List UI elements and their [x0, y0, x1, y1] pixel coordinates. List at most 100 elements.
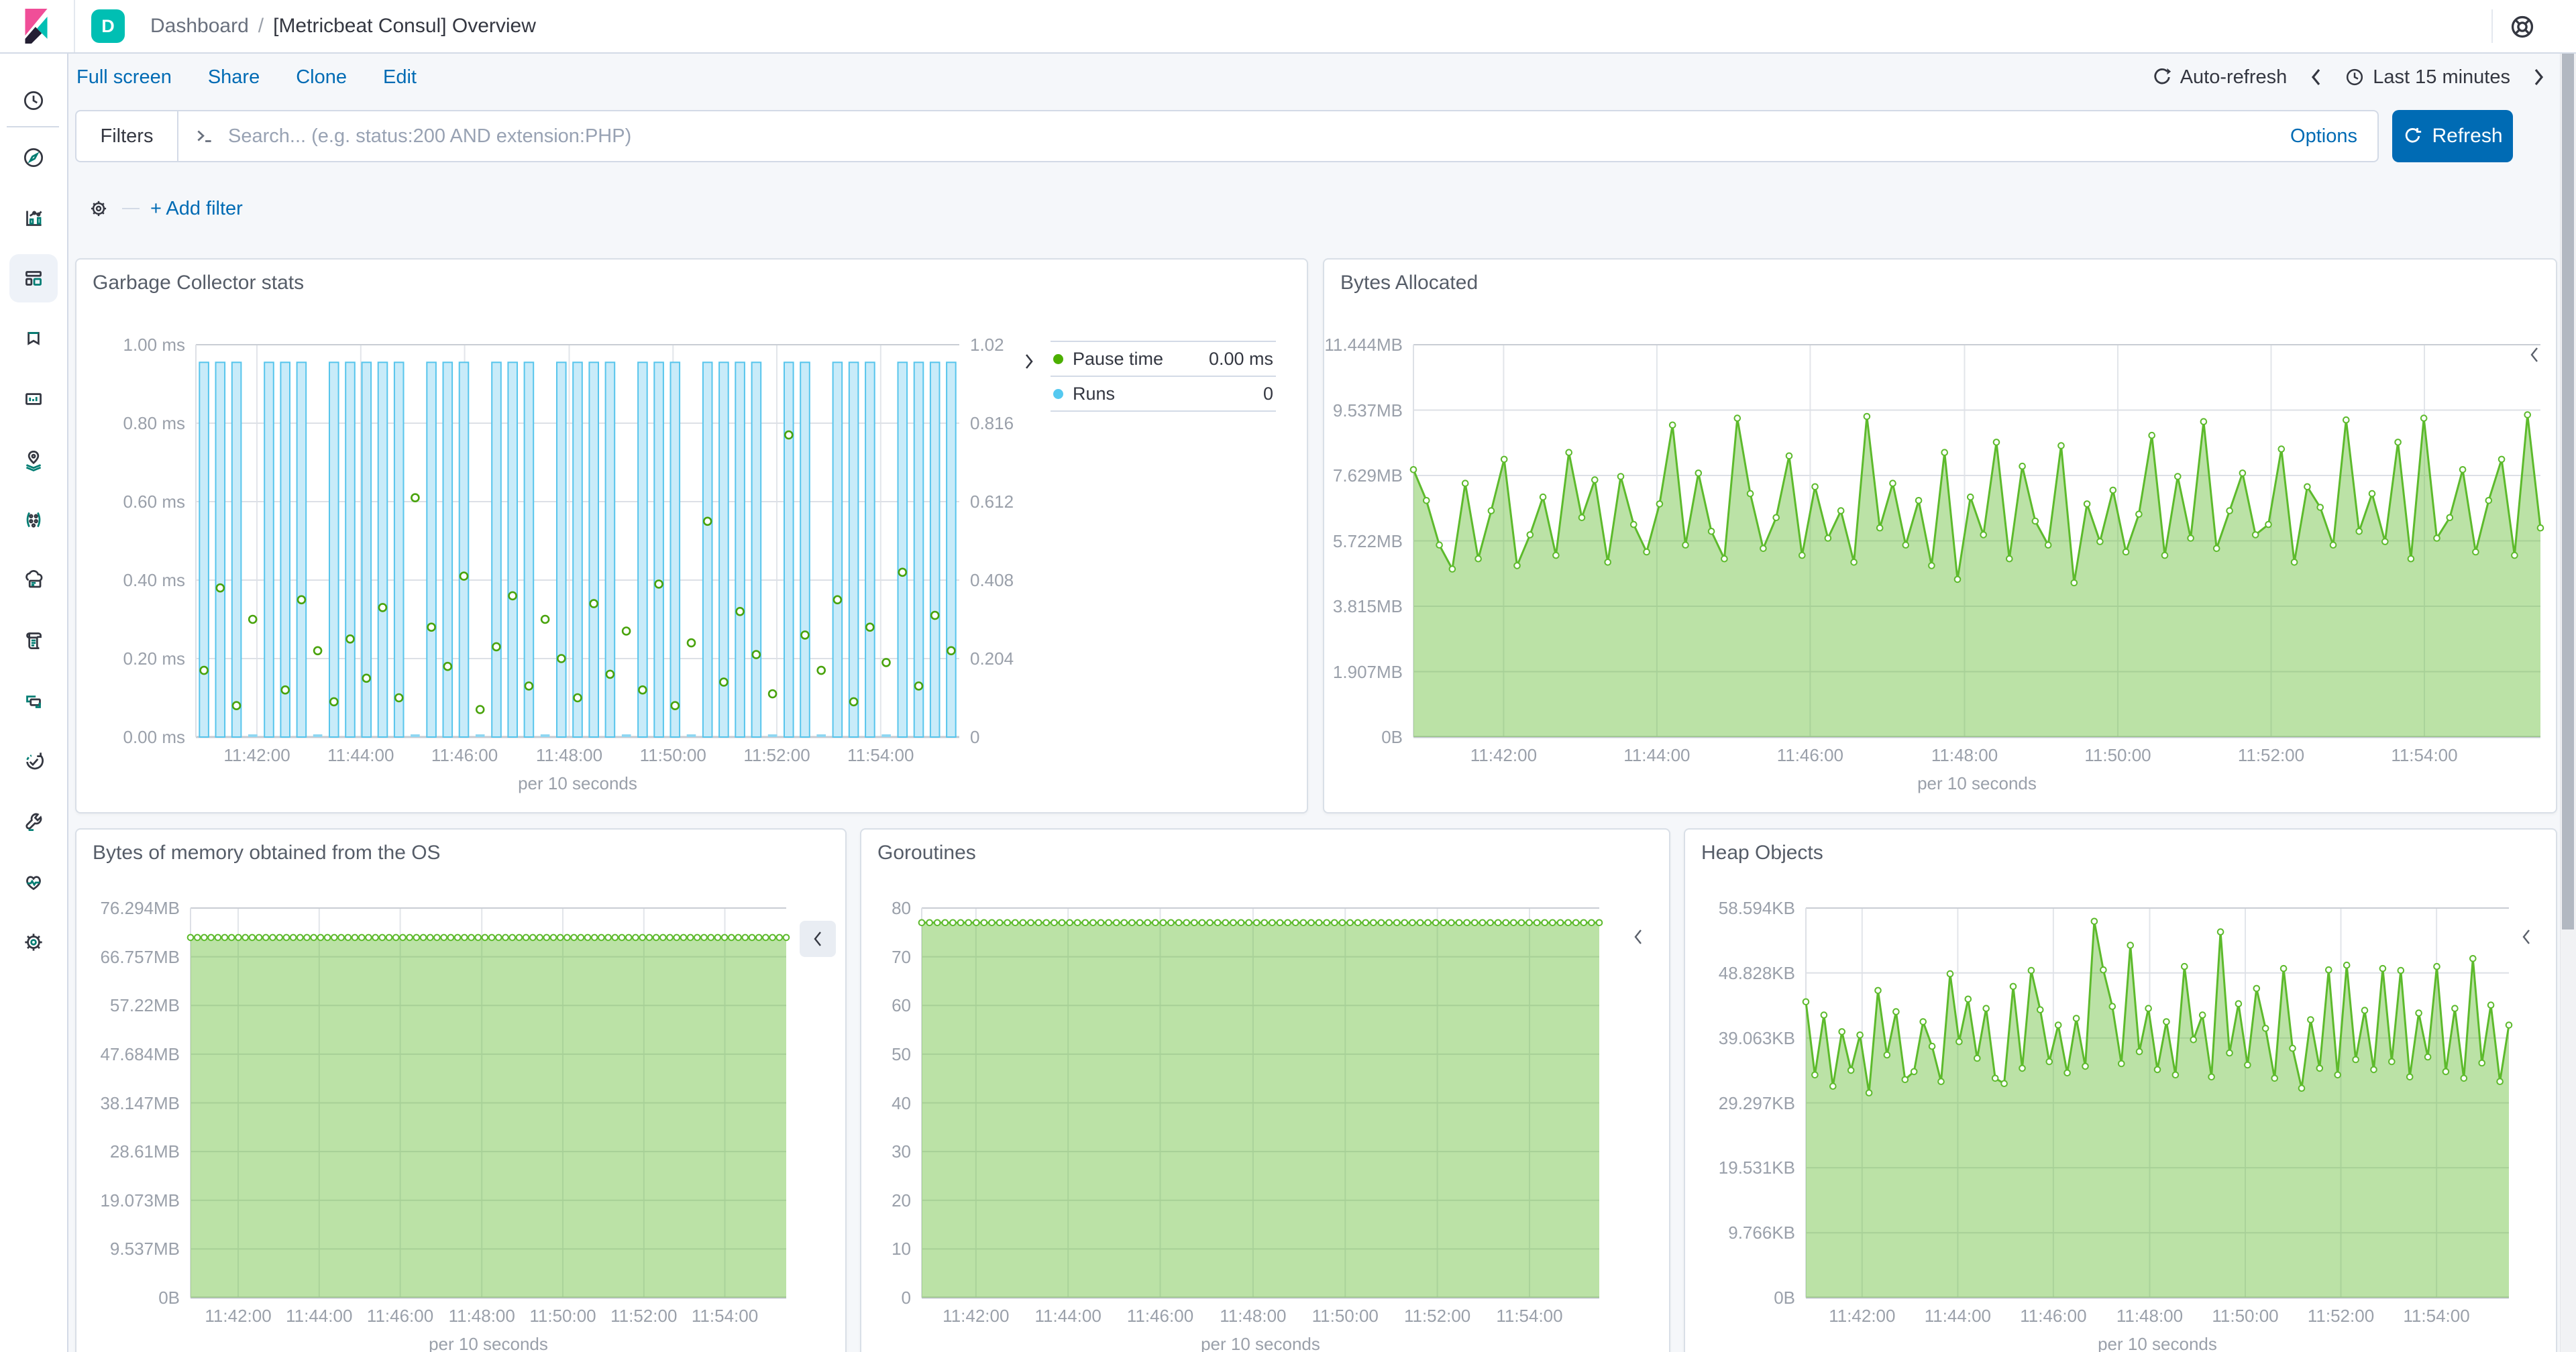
sidebar-item-dev-tools[interactable]: [9, 797, 58, 846]
y-tick-label: 5.722MB: [1332, 530, 1403, 551]
x-axis-title: per 10 seconds: [1201, 1334, 1320, 1352]
y-tick-label: 0B: [1774, 1288, 1795, 1308]
filter-settings-gear-icon[interactable]: [86, 196, 111, 221]
help-button[interactable]: [2509, 13, 2536, 40]
sidebar-item-infrastructure[interactable]: [9, 556, 58, 604]
heap-objects-plot[interactable]: 0B 9.766KB 19.531KB 29.297KB 39.063KB 48.828K…: [1719, 898, 2513, 1352]
sidebar-item-logs[interactable]: [9, 616, 58, 665]
y-tick-label: 40: [892, 1092, 911, 1113]
dashboard-icon: [25, 271, 42, 286]
y-tick-label: 57.22MB: [109, 995, 180, 1016]
y-tick-label: 0: [901, 1288, 911, 1308]
y-tick-label: 9.537MB: [109, 1239, 180, 1259]
legend-expand-chevron-icon[interactable]: [1024, 352, 1034, 371]
sidebar-item-siem[interactable]: [9, 315, 58, 363]
y-tick-label: 0.20 ms: [123, 649, 186, 669]
y-tick-label: 66.757MB: [100, 946, 180, 967]
x-tick-label: 11:54:00: [2391, 745, 2458, 765]
panel-title: Bytes Allocated: [1340, 272, 1479, 294]
y-tick-label: 1.00 ms: [123, 335, 186, 355]
time-range-button[interactable]: Last 15 minutes: [2345, 66, 2510, 89]
memory-os-plot[interactable]: 0B 9.537MB 19.073MB 28.61MB 38.147MB 47.684MB…: [100, 898, 790, 1352]
y-tick-label: 0.80 ms: [123, 413, 186, 433]
kibana-logo[interactable]: [19, 9, 54, 44]
sidebar-item-management[interactable]: [9, 918, 58, 966]
y-tick-label: 29.297KB: [1718, 1092, 1795, 1113]
sidebar-item-apm[interactable]: [9, 677, 58, 725]
x-axis-title: per 10 seconds: [518, 773, 637, 793]
share-button[interactable]: Share: [208, 66, 260, 89]
sidebar-item-monitoring[interactable]: [9, 858, 58, 906]
compass-icon: [23, 148, 44, 168]
edit-button[interactable]: Edit: [383, 66, 417, 89]
sidebar-item-recently-viewed[interactable]: [9, 76, 58, 125]
y-tick-label: 10: [892, 1239, 911, 1259]
legend-collapse-button[interactable]: [1633, 927, 1644, 946]
y-tick-label: 0.60 ms: [123, 492, 186, 512]
plot-ho-svg: [1802, 907, 2513, 1299]
sidebar-item-uptime[interactable]: [9, 737, 58, 785]
panel-garbage-collector-stats: Garbage Collector stats 0.00 ms 0.20 ms 0.…: [75, 258, 1308, 813]
y-tick-label: 80: [892, 898, 911, 918]
filters-button[interactable]: Filters: [76, 111, 178, 161]
apm-icon: [26, 695, 41, 708]
chevron-left-icon: [2522, 929, 2530, 944]
y-tick-label: 0.40 ms: [123, 570, 186, 590]
x-tick-label: 11:54:00: [1496, 1306, 1563, 1326]
auto-refresh-button[interactable]: Auto-refresh: [2152, 66, 2287, 89]
x-tick-label: 11:44:00: [327, 745, 394, 765]
breadcrumb-separator: /: [258, 15, 264, 37]
sidebar-item-visualize[interactable]: [9, 194, 58, 242]
breadcrumb-dashboard-link[interactable]: Dashboard: [150, 15, 249, 38]
time-back-button[interactable]: [2310, 67, 2322, 87]
y-tick-label: 11.444MB: [1324, 335, 1403, 355]
y-tick-label: 28.61MB: [109, 1141, 180, 1162]
auto-refresh-icon: [2154, 68, 2171, 84]
x-tick-label: 11:54:00: [847, 745, 914, 765]
sidebar-item-maps[interactable]: [9, 435, 58, 484]
query-prompt-icon: [197, 130, 211, 142]
add-filter-button[interactable]: + Add filter: [150, 198, 243, 220]
filter-row: + Add filter: [86, 193, 243, 224]
goroutines-plot[interactable]: 0 10 20 30 40 50 60 70 80 11:42:00 11:44:00 11:46:0…: [892, 898, 1603, 1352]
sidebar-item-dashboard[interactable]: [9, 254, 58, 302]
x-tick-label: 11:54:00: [691, 1306, 759, 1326]
options-button[interactable]: Options: [2270, 125, 2377, 148]
canvas-icon: [25, 393, 42, 405]
gc-stats-plot[interactable]: 0.00 ms 0.20 ms 0.40 ms 0.60 ms 0.80 ms 1.00 …: [123, 335, 1014, 793]
maps-icon: [25, 451, 42, 471]
time-forward-button[interactable]: [2533, 67, 2545, 87]
cloud-server-icon: [25, 570, 43, 588]
y-right-tick-label: 0.612: [970, 492, 1014, 512]
y-tick-label: 58.594KB: [1718, 898, 1795, 918]
panel-bytes-allocated: Bytes Allocated 0B 1.907MB 3.815MB 5.722MB 7…: [1323, 258, 2557, 813]
scrollbar-thumb[interactable]: [2562, 24, 2574, 929]
full-screen-button[interactable]: Full screen: [76, 66, 172, 89]
help-icon: [2511, 15, 2534, 38]
header-divider-right: [2491, 9, 2493, 43]
sidebar-item-machine-learning[interactable]: [9, 496, 58, 544]
clone-button[interactable]: Clone: [296, 66, 347, 89]
x-axis-title: per 10 seconds: [1917, 773, 2037, 793]
legend-item-pause-time[interactable]: Pause time 0.00 ms: [1051, 342, 1276, 377]
bytes-allocated-plot[interactable]: 0B 1.907MB 3.815MB 5.722MB 7.629MB 9.537MB 11.…: [1324, 335, 2544, 793]
sidebar-item-discover[interactable]: [9, 133, 58, 182]
refresh-button[interactable]: Refresh: [2392, 110, 2513, 162]
legend-collapse-button[interactable]: [2521, 927, 2532, 946]
shield-flag-icon: [28, 332, 40, 345]
legend-item-runs[interactable]: Runs 0: [1051, 377, 1276, 412]
query-bar: Filters Options: [75, 110, 2379, 162]
y-tick-label: 0B: [1381, 727, 1403, 747]
legend-collapse-button[interactable]: [2529, 345, 2540, 364]
y-tick-label: 3.815MB: [1332, 596, 1403, 616]
search-input[interactable]: [227, 124, 2271, 148]
y-tick-label: 19.073MB: [100, 1190, 180, 1210]
x-tick-label: 11:52:00: [743, 745, 810, 765]
visualize-icon: [26, 211, 42, 226]
y-right-tick-label: 0: [970, 727, 980, 747]
kibana-logo-icon: [25, 9, 48, 44]
chevron-left-icon: [1634, 929, 1642, 944]
space-avatar[interactable]: D: [91, 9, 125, 43]
sidebar-item-canvas[interactable]: [9, 375, 58, 423]
x-tick-label: 11:44:00: [1623, 745, 1690, 765]
